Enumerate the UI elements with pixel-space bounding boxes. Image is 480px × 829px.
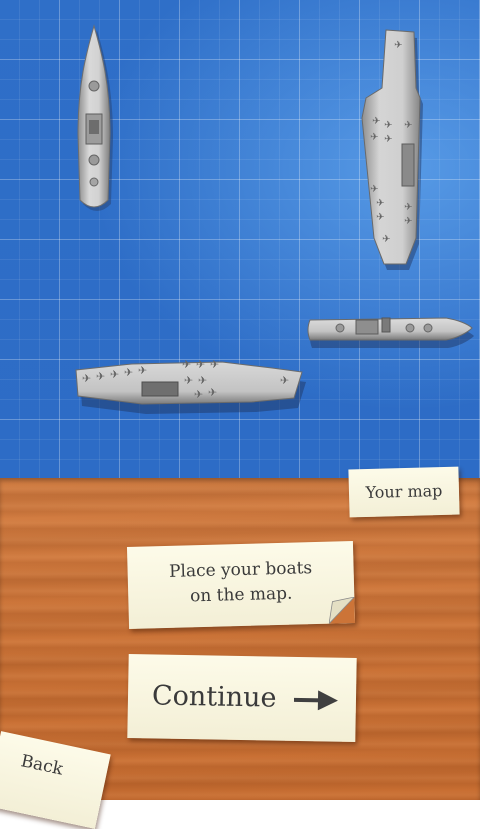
svg-text:✈: ✈	[194, 388, 203, 401]
svg-text:✈: ✈	[384, 134, 392, 145]
svg-text:✈: ✈	[404, 202, 412, 213]
folded-corner-icon	[328, 597, 356, 624]
svg-text:✈: ✈	[196, 358, 205, 371]
game-map[interactable]: ✈ ✈ ✈ ✈ ✈ ✈ ✈ ✈ ✈ ✈ ✈ ✈ ✈ ✈ ✈ ✈ ✈ ✈ ✈ ✈ …	[0, 0, 480, 478]
svg-text:✈: ✈	[376, 212, 384, 223]
your-map-button[interactable]: Your map	[348, 466, 460, 518]
aircraft-carrier-horizontal[interactable]: ✈ ✈ ✈ ✈ ✈ ✈ ✈ ✈ ✈ ✈ ✈ ✈ ✈	[72, 348, 306, 420]
svg-text:✈: ✈	[110, 368, 119, 381]
instruction-note: Place your boats on the map.	[126, 541, 356, 629]
svg-text:✈: ✈	[370, 184, 378, 195]
svg-text:✈: ✈	[394, 40, 402, 51]
svg-text:✈: ✈	[382, 234, 390, 245]
svg-text:✈: ✈	[210, 358, 219, 371]
svg-text:✈: ✈	[124, 366, 133, 379]
svg-text:✈: ✈	[404, 120, 412, 131]
svg-text:✈: ✈	[370, 132, 378, 143]
svg-text:✈: ✈	[138, 364, 147, 377]
right-arrow-icon	[293, 690, 338, 711]
svg-text:✈: ✈	[182, 358, 191, 371]
svg-text:✈: ✈	[376, 198, 384, 209]
back-label: Back	[19, 751, 65, 780]
svg-text:✈: ✈	[82, 372, 91, 385]
svg-text:✈: ✈	[280, 374, 289, 387]
svg-text:✈: ✈	[404, 216, 412, 227]
svg-text:✈: ✈	[208, 386, 217, 399]
svg-text:✈: ✈	[198, 374, 207, 387]
svg-text:✈: ✈	[96, 370, 105, 383]
your-map-label: Your map	[365, 480, 443, 503]
battleship-horizontal[interactable]	[306, 312, 474, 356]
continue-label: Continue	[151, 680, 277, 714]
svg-text:✈: ✈	[384, 120, 392, 131]
hint-line-2: on the map.	[189, 583, 293, 607]
continue-button[interactable]: Continue	[127, 654, 357, 742]
svg-text:✈: ✈	[372, 116, 380, 127]
aircraft-carrier-vertical[interactable]: ✈ ✈ ✈ ✈ ✈ ✈ ✈ ✈ ✈ ✈ ✈ ✈	[356, 28, 423, 274]
battleship-vertical[interactable]	[72, 24, 116, 216]
svg-text:✈: ✈	[184, 374, 193, 387]
